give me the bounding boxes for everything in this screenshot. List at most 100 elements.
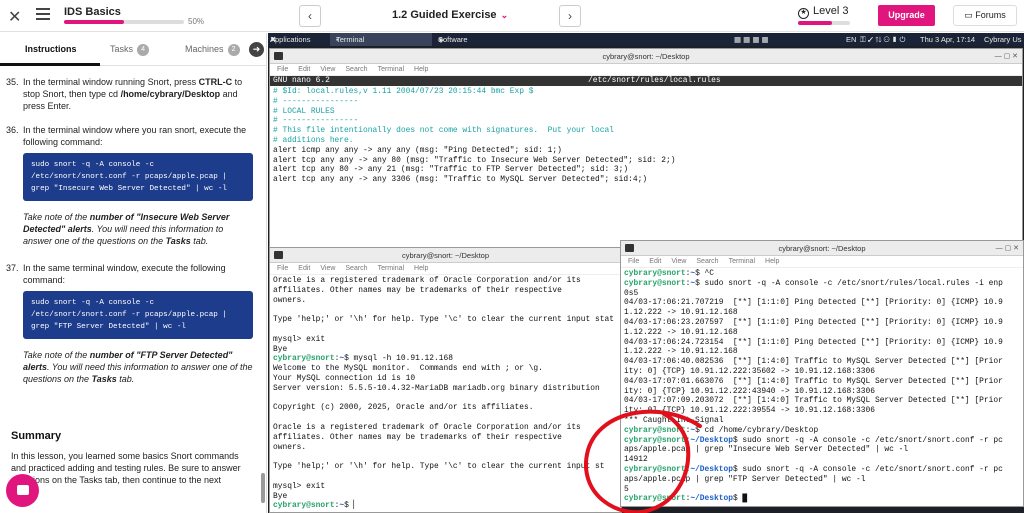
line-text (273, 305, 278, 314)
line-text: Bye (273, 344, 288, 354)
code-block[interactable]: sudo snort -q -A console -c /etc/snort/s… (23, 153, 253, 201)
line-text: 04/03-17:06:24.723154 [**] [1:1:0] Ping … (624, 337, 1003, 347)
window-titlebar[interactable]: cybrary@snort: ~/Desktop — ▢ ✕ (621, 241, 1023, 256)
terminal-icon (274, 52, 283, 60)
line-text: Oracle is a registered trademark of Orac… (273, 422, 581, 432)
chat-bubble-icon (17, 485, 29, 495)
terminal-window-mysql[interactable]: cybrary@snort: ~/Desktop File Edit View Sea… (269, 247, 622, 513)
terminal-output[interactable]: Oracle is a registered trademark of Orac… (270, 275, 621, 512)
terminal-output[interactable]: cybrary@snort:~$ ^C cybrary@snort:~$ sudo… (621, 268, 1023, 505)
line-text: aps/apple.pcap | grep "Insecure Web Serv… (624, 445, 909, 455)
terminal-line: Type 'help;' or '\h' for help. Type '\c'… (273, 462, 618, 472)
line-text: Copyright (c) 2000, 2025, Oracle and/or … (273, 403, 534, 413)
chat-button[interactable] (6, 474, 39, 507)
step-text: In the same terminal window, execute the… (23, 263, 226, 285)
menu-item-terminal[interactable]: Terminal (729, 258, 755, 265)
terminal-line: Bye (273, 492, 618, 502)
machines-count-badge: 2 (227, 44, 240, 56)
line-text: # ---------------- (273, 96, 359, 106)
desktop-top-panel: ✖ Applications ▪ Terminal ◈ Software Upd… (268, 33, 1024, 57)
nano-version: GNU nano 6.2 (273, 76, 330, 85)
menu-item-terminal[interactable]: Terminal (378, 265, 404, 272)
line-text: 14912 (624, 455, 648, 465)
line-text: Oracle is a registered trademark of Orac… (273, 276, 581, 285)
terminal-line: aps/apple.pcap | grep "Insecure Web Serv… (624, 445, 1020, 455)
remote-desktop[interactable]: ✖ Applications ▪ Terminal ◈ Software Upd… (268, 33, 1024, 513)
menu-item-help[interactable]: Help (414, 265, 428, 272)
tab-instructions[interactable]: Instructions (25, 44, 77, 54)
menu-item-file[interactable]: File (277, 265, 288, 272)
menu-item-view[interactable]: View (320, 66, 335, 73)
code-block[interactable]: sudo snort -q -A console -c /etc/snort/s… (23, 291, 253, 339)
terminal-window-snort[interactable]: cybrary@snort: ~/Desktop — ▢ ✕ File Edit Vi… (620, 240, 1024, 507)
prompt-user: cybrary@snort (624, 435, 686, 445)
upgrade-button[interactable]: Upgrade (878, 5, 935, 26)
menu-item-edit[interactable]: Edit (649, 258, 661, 265)
terminal-line: 1.12.222 -> 10.91.12.168 (624, 328, 1020, 338)
window-controls[interactable]: — ▢ ✕ (995, 49, 1018, 64)
terminal-line: 1.12.222 -> 10.91.12.168 (624, 347, 1020, 357)
menu-icon[interactable] (36, 8, 50, 23)
terminal-line: owners. (273, 296, 618, 306)
menu-item-help[interactable]: Help (765, 258, 779, 265)
workspace-switcher[interactable]: ▦ ▦ ▦ ▦ (734, 33, 769, 46)
menu-item-edit[interactable]: Edit (298, 265, 310, 272)
menu-item-file[interactable]: File (277, 66, 288, 73)
forums-button[interactable]: ▭ Forums (953, 5, 1017, 26)
scrollbar-thumb[interactable] (261, 473, 265, 503)
terminal-line: # This file intentionally does not come … (273, 126, 1019, 136)
line-text: $ cd /home/cybrary/Desktop (695, 425, 819, 435)
menu-item-terminal[interactable]: Terminal (378, 66, 404, 73)
terminal-line: aps/apple.pcap | grep "FTP Server Detect… (624, 475, 1020, 485)
window-titlebar[interactable]: cybrary@snort: ~/Desktop (270, 248, 621, 263)
terminal-line: cybrary@snort:~$ ^C (624, 269, 715, 278)
terminal-line: alert tcp any any -> any 3306 (msg: "Tra… (273, 175, 1019, 185)
step-text-part: In the terminal window running Snort, pr… (23, 77, 199, 87)
note-part: tab. (116, 374, 135, 384)
previous-button[interactable]: ‹ (299, 5, 321, 27)
terminal-menubar: File Edit View Search Terminal Help (621, 256, 1023, 268)
terminal-line: 04/03-17:06:21.707219 [**] [1:1:0] Ping … (624, 298, 1020, 308)
tab-machines[interactable]: Machines 2 (185, 44, 240, 56)
tab-tasks[interactable]: Tasks 4 (110, 44, 150, 56)
step-note: Take note of the number of "Insecure Web… (23, 211, 254, 247)
terminal-line: # ---------------- (273, 97, 1019, 107)
terminal-line: Oracle is a registered trademark of Orac… (273, 423, 618, 433)
menu-item-file[interactable]: File (628, 258, 639, 265)
chevron-right-icon: › (568, 9, 572, 23)
keyboard-layout[interactable]: EN (846, 33, 856, 46)
menu-item-view[interactable]: View (671, 258, 686, 265)
menu-item-help[interactable]: Help (414, 66, 428, 73)
window-controls[interactable]: — ▢ ✕ (996, 241, 1019, 256)
terminal-line (273, 452, 618, 462)
menu-item-search[interactable]: Search (345, 66, 367, 73)
arrow-right-icon[interactable]: ➜ (249, 42, 264, 57)
terminal-line: Copyright (c) 2000, 2025, Oracle and/or … (273, 403, 618, 413)
level-progress-bar (798, 21, 850, 25)
menu-item-search[interactable]: Search (696, 258, 718, 265)
window-titlebar[interactable]: cybrary@snort: ~/Desktop — ▢ ✕ (270, 49, 1022, 64)
user-menu[interactable]: Cybrary Us (984, 33, 1022, 46)
tab-tasks-label: Tasks (110, 44, 134, 54)
menu-item-edit[interactable]: Edit (298, 66, 310, 73)
line-text: mysql> exit (273, 334, 326, 344)
clock[interactable]: Thu 3 Apr, 17:14 (920, 33, 975, 46)
nano-editor-content[interactable]: # $Id: local.rules,v 1.11 2004/07/23 20:… (270, 86, 1022, 186)
lesson-title-dropdown[interactable]: 1.2 Guided Exercise ⌄ (392, 9, 508, 21)
next-button[interactable]: › (559, 5, 581, 27)
terminal-line: Your MySQL connection id is 10 (273, 374, 618, 384)
line-text: $ sudo snort -q -A console -c /etc/snort… (695, 278, 1003, 288)
line-text: alert tcp any 80 -> any 21 (msg: "Traffi… (273, 165, 629, 175)
line-text: # $Id: local.rules,v 1.11 2004/07/23 20:… (273, 87, 534, 96)
menu-item-search[interactable]: Search (345, 265, 367, 272)
step-37: 37. In the same terminal window, execute… (6, 262, 254, 385)
taskbar-terminal[interactable]: ▪ Terminal (330, 33, 432, 46)
line-text: 1.12.222 -> 10.91.12.168 (624, 327, 738, 337)
menu-item-view[interactable]: View (320, 265, 335, 272)
system-tray-icons[interactable]: ⚿ ✓ ⇅ ⚇ ▮ ⏻ (860, 33, 905, 46)
active-tab-indicator (0, 63, 100, 66)
chevron-down-icon: ⌄ (500, 10, 509, 20)
terminal-line: 04/03-17:06:40.082536 [**] [1:4:0] Traff… (624, 357, 1020, 367)
close-icon[interactable]: ✕ (8, 7, 21, 27)
note-tab: Tasks (165, 236, 191, 246)
